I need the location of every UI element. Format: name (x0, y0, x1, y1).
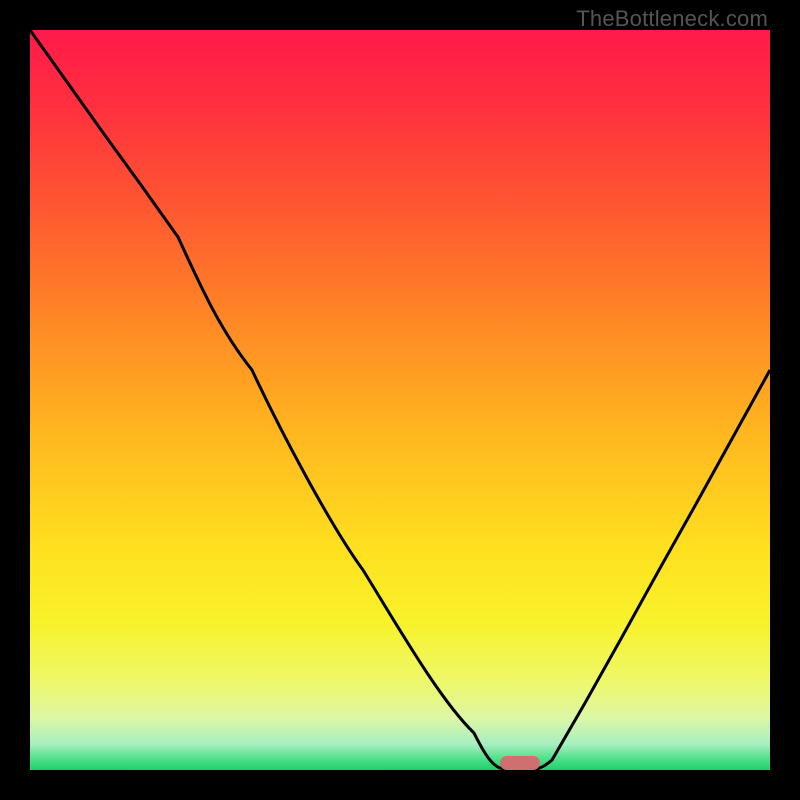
chart-frame: TheBottleneck.com (0, 0, 800, 800)
curve-path (30, 30, 770, 770)
watermark-text: TheBottleneck.com (576, 6, 768, 32)
bottleneck-curve (30, 30, 770, 770)
plot-area (30, 30, 770, 770)
optimal-marker (500, 756, 540, 770)
